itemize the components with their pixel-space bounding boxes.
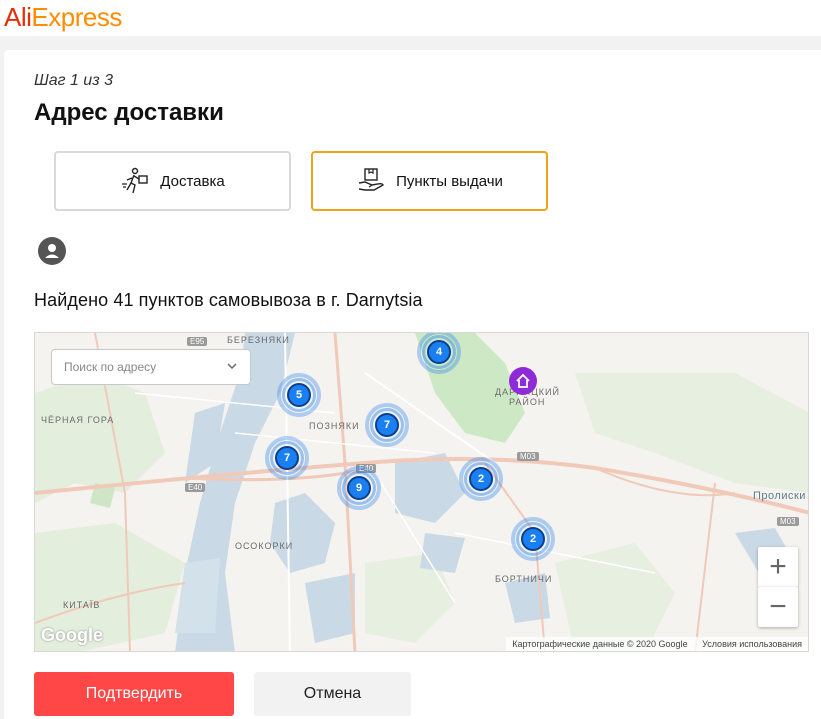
tab-pickup-points[interactable]: Пункты выдачи	[311, 151, 548, 211]
logo-part-express: Express	[31, 2, 122, 32]
map-label-chorna-hora: ЧЁРНАЯ ГОРА	[41, 415, 115, 425]
top-bar: AliExpress	[0, 0, 821, 36]
cluster-count: 7	[275, 446, 299, 470]
google-logo[interactable]: Google	[41, 625, 103, 646]
cluster-count: 7	[375, 413, 399, 437]
map-cluster[interactable]: 2	[511, 517, 555, 561]
courier-icon	[122, 167, 148, 194]
map-cluster[interactable]: 7	[265, 436, 309, 480]
address-search-select[interactable]: Поиск по адресу	[51, 349, 251, 385]
map-label-proliski: Пролиски	[753, 490, 806, 502]
cancel-button[interactable]: Отмена	[254, 672, 411, 716]
road-tag-m03-2: M03	[777, 517, 799, 526]
tab-pickup-label: Пункты выдачи	[396, 172, 503, 190]
zoom-out-button[interactable]: −	[758, 587, 798, 627]
address-search-placeholder: Поиск по адресу	[64, 360, 157, 374]
found-count-text: Найдено 41 пунктов самовывоза в г. Darny…	[34, 290, 423, 310]
map-cluster[interactable]: 2	[459, 457, 503, 501]
page-title: Адрес доставки	[34, 99, 224, 126]
map-cluster[interactable]: 4	[417, 333, 461, 374]
map-cluster[interactable]: 7	[365, 403, 409, 447]
map-cluster[interactable]: 9	[337, 466, 381, 510]
chevron-down-icon	[227, 363, 237, 370]
zoom-in-button[interactable]: +	[758, 547, 798, 587]
logo-part-ali: Ali	[4, 2, 32, 32]
tab-delivery[interactable]: Доставка	[54, 151, 291, 211]
map-label-kytaiv: КИТАЇВ	[63, 600, 101, 610]
tab-delivery-label: Доставка	[160, 172, 225, 190]
cluster-count: 9	[347, 476, 371, 500]
road-tag-e95: E95	[187, 337, 208, 346]
cluster-count: 5	[287, 383, 311, 407]
user-avatar-icon	[38, 237, 66, 265]
cluster-count: 4	[427, 340, 451, 364]
map-attribution: Картографические данные © 2020 Google Ус…	[506, 637, 808, 651]
parcel-hand-icon	[358, 168, 385, 191]
map-label-raion: РАЙОН	[509, 397, 546, 407]
step-indicator: Шаг 1 из 3	[34, 72, 113, 89]
confirm-button[interactable]: Подтвердить	[34, 672, 234, 716]
road-tag-m03: M03	[517, 452, 539, 461]
cluster-count: 2	[469, 467, 493, 491]
map-cluster[interactable]: 5	[277, 373, 321, 417]
map-label-osokorky: ОСОКОРКИ	[235, 541, 294, 551]
cluster-count: 2	[521, 527, 545, 551]
map-data-credit[interactable]: Картографические данные © 2020 Google	[512, 639, 687, 649]
map-label-berezniaky: БЕРЕЗНЯКИ	[227, 335, 290, 345]
map-label-pozniaky: ПОЗНЯКИ	[309, 421, 360, 431]
road-tag-e40: E40	[185, 483, 206, 492]
terms-link[interactable]: Условия использования	[702, 639, 802, 649]
map-label-bortnychi: БОРТНИЧИ	[495, 574, 553, 584]
pickup-map[interactable]: Поиск по адресу БЕРЕЗНЯКИ ЧЁРНАЯ ГОРА ПО…	[34, 332, 809, 652]
home-marker-icon[interactable]	[509, 367, 537, 395]
aliexpress-logo[interactable]: AliExpress	[4, 2, 122, 33]
